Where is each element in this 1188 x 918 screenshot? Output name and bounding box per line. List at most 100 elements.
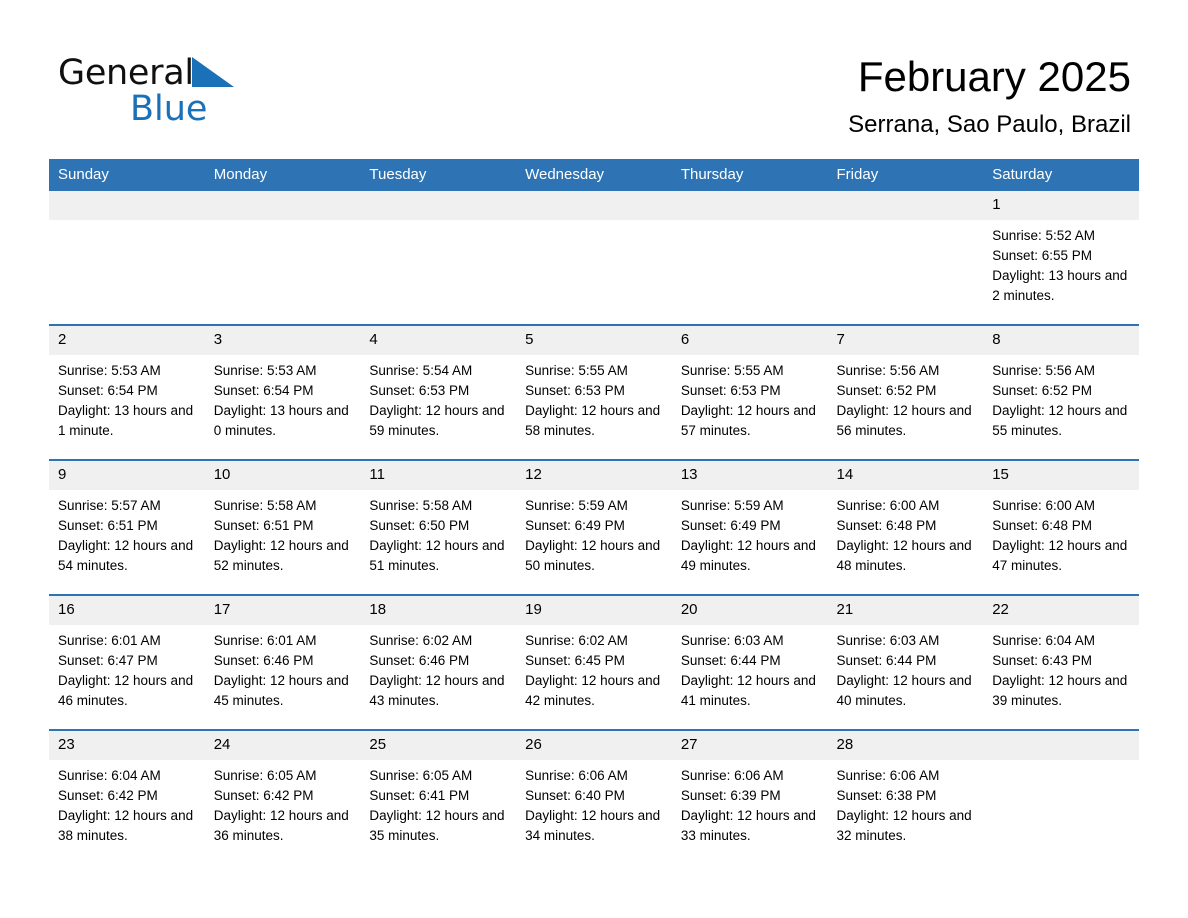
day-number: 8 [983, 326, 1139, 355]
sunset-text: Sunset: 6:43 PM [992, 653, 1093, 668]
day-details: Sunrise: 6:01 AM Sunset: 6:47 PM Dayligh… [49, 625, 205, 711]
daylight-text: Daylight: 12 hours and 52 minutes. [213, 538, 349, 573]
sunset-text: Sunset: 6:54 PM [58, 383, 158, 398]
day-number: 18 [360, 596, 517, 625]
day-cell[interactable]: 5 Sunrise: 5:55 AM Sunset: 6:53 PM Dayli… [516, 324, 672, 460]
day-cell[interactable]: 18 Sunrise: 6:02 AM Sunset: 6:46 PM Dayl… [360, 594, 517, 730]
day-cell[interactable]: 13 Sunrise: 5:59 AM Sunset: 6:49 PM Dayl… [671, 459, 828, 595]
weekday-header-saturday: Saturday [983, 159, 1139, 191]
calendar-week-row: 16 Sunrise: 6:01 AM Sunset: 6:47 PM Dayl… [49, 594, 1139, 730]
day-cell[interactable]: 28 Sunrise: 6:06 AM Sunset: 6:38 PM Dayl… [827, 729, 984, 864]
day-details [360, 220, 516, 306]
daylight-text: Daylight: 12 hours and 47 minutes. [992, 538, 1128, 573]
day-cell[interactable]: 14 Sunrise: 6:00 AM Sunset: 6:48 PM Dayl… [827, 459, 984, 595]
day-cell[interactable]: 15 Sunrise: 6:00 AM Sunset: 6:48 PM Dayl… [983, 459, 1139, 595]
day-number: 25 [360, 731, 517, 760]
day-number: 1 [983, 191, 1139, 220]
sunset-text: Sunset: 6:49 PM [525, 518, 625, 533]
day-details: Sunrise: 6:05 AM Sunset: 6:41 PM Dayligh… [360, 760, 516, 846]
day-cell[interactable]: 6 Sunrise: 5:55 AM Sunset: 6:53 PM Dayli… [671, 324, 828, 460]
day-cell[interactable]: 7 Sunrise: 5:56 AM Sunset: 6:52 PM Dayli… [827, 324, 984, 460]
day-number [671, 191, 828, 220]
day-cell[interactable]: 20 Sunrise: 6:03 AM Sunset: 6:44 PM Dayl… [671, 594, 828, 730]
day-number: 22 [983, 596, 1139, 625]
day-cell[interactable]: 9 Sunrise: 5:57 AM Sunset: 6:51 PM Dayli… [49, 459, 205, 595]
sunrise-text: Sunrise: 5:55 AM [525, 363, 628, 378]
sunrise-text: Sunrise: 5:58 AM [369, 498, 473, 513]
day-cell[interactable]: 24 Sunrise: 6:05 AM Sunset: 6:42 PM Dayl… [204, 729, 361, 864]
daylight-text: Daylight: 12 hours and 39 minutes. [992, 673, 1128, 708]
daylight-text: Daylight: 12 hours and 49 minutes. [680, 538, 816, 573]
day-details: Sunrise: 6:06 AM Sunset: 6:38 PM Dayligh… [828, 760, 984, 846]
day-details: Sunrise: 5:58 AM Sunset: 6:51 PM Dayligh… [205, 490, 361, 576]
day-cell[interactable]: 16 Sunrise: 6:01 AM Sunset: 6:47 PM Dayl… [49, 594, 205, 730]
day-cell[interactable]: 4 Sunrise: 5:54 AM Sunset: 6:53 PM Dayli… [360, 324, 517, 460]
day-number [360, 191, 517, 220]
day-cell[interactable]: 25 Sunrise: 6:05 AM Sunset: 6:41 PM Dayl… [360, 729, 517, 864]
sunrise-text: Sunrise: 6:05 AM [369, 768, 473, 783]
sunset-text: Sunset: 6:40 PM [525, 788, 625, 803]
sunrise-text: Sunrise: 6:00 AM [992, 498, 1096, 513]
day-cell[interactable]: 1 Sunrise: 5:52 AM Sunset: 6:55 PM Dayli… [983, 191, 1139, 325]
sunrise-text: Sunrise: 6:02 AM [525, 633, 628, 648]
day-cell[interactable]: 19 Sunrise: 6:02 AM Sunset: 6:45 PM Dayl… [516, 594, 672, 730]
sunrise-text: Sunrise: 6:06 AM [836, 768, 940, 783]
calendar-page: General Blue February 2025 Serrana, Sao … [0, 0, 1188, 918]
sunrise-text: Sunrise: 5:53 AM [213, 363, 317, 378]
day-cell[interactable]: 2 Sunrise: 5:53 AM Sunset: 6:54 PM Dayli… [49, 324, 205, 460]
daylight-text: Daylight: 12 hours and 34 minutes. [525, 808, 661, 843]
day-cell[interactable]: 23 Sunrise: 6:04 AM Sunset: 6:42 PM Dayl… [49, 729, 205, 864]
day-number: 15 [983, 461, 1139, 490]
day-cell[interactable]: 17 Sunrise: 6:01 AM Sunset: 6:46 PM Dayl… [204, 594, 361, 730]
weekday-header-row: Sunday Monday Tuesday Wednesday Thursday… [49, 159, 1139, 191]
daylight-text: Daylight: 12 hours and 59 minutes. [369, 403, 505, 438]
daylight-text: Daylight: 12 hours and 58 minutes. [525, 403, 661, 438]
daylight-text: Daylight: 12 hours and 43 minutes. [369, 673, 505, 708]
sunrise-text: Sunrise: 6:04 AM [992, 633, 1096, 648]
daylight-text: Daylight: 12 hours and 51 minutes. [369, 538, 505, 573]
day-number: 23 [49, 731, 205, 760]
weekday-header-thursday: Thursday [671, 159, 828, 191]
day-cell[interactable]: 8 Sunrise: 5:56 AM Sunset: 6:52 PM Dayli… [983, 324, 1139, 460]
sunset-text: Sunset: 6:53 PM [369, 383, 470, 398]
day-cell[interactable]: 21 Sunrise: 6:03 AM Sunset: 6:44 PM Dayl… [827, 594, 984, 730]
daylight-text: Daylight: 12 hours and 55 minutes. [992, 403, 1128, 438]
day-cell [204, 191, 361, 325]
daylight-text: Daylight: 12 hours and 36 minutes. [213, 808, 349, 843]
calendar-body: 1 Sunrise: 5:52 AM Sunset: 6:55 PM Dayli… [49, 191, 1139, 864]
day-cell[interactable]: 11 Sunrise: 5:58 AM Sunset: 6:50 PM Dayl… [360, 459, 517, 595]
day-details [672, 220, 828, 306]
sunset-text: Sunset: 6:48 PM [992, 518, 1093, 533]
sunrise-text: Sunrise: 6:04 AM [58, 768, 161, 783]
day-cell[interactable]: 10 Sunrise: 5:58 AM Sunset: 6:51 PM Dayl… [204, 459, 361, 595]
daylight-text: Daylight: 12 hours and 54 minutes. [58, 538, 194, 573]
day-number: 26 [516, 731, 672, 760]
day-details: Sunrise: 6:03 AM Sunset: 6:44 PM Dayligh… [828, 625, 984, 711]
sunset-text: Sunset: 6:44 PM [680, 653, 781, 668]
day-cell [827, 191, 984, 325]
daylight-text: Daylight: 12 hours and 45 minutes. [213, 673, 349, 708]
sunset-text: Sunset: 6:54 PM [213, 383, 314, 398]
sunrise-text: Sunrise: 5:56 AM [836, 363, 940, 378]
day-details: Sunrise: 6:06 AM Sunset: 6:40 PM Dayligh… [516, 760, 672, 846]
day-number: 17 [204, 596, 361, 625]
day-number: 9 [49, 461, 205, 490]
weekday-header-monday: Monday [204, 159, 361, 191]
sunset-text: Sunset: 6:48 PM [836, 518, 937, 533]
sunset-text: Sunset: 6:49 PM [680, 518, 781, 533]
sunrise-text: Sunrise: 5:59 AM [525, 498, 628, 513]
day-number: 2 [49, 326, 205, 355]
day-cell[interactable]: 27 Sunrise: 6:06 AM Sunset: 6:39 PM Dayl… [671, 729, 828, 864]
day-details: Sunrise: 5:52 AM Sunset: 6:55 PM Dayligh… [983, 220, 1139, 306]
day-cell[interactable]: 12 Sunrise: 5:59 AM Sunset: 6:49 PM Dayl… [516, 459, 672, 595]
day-cell[interactable]: 3 Sunrise: 5:53 AM Sunset: 6:54 PM Dayli… [204, 324, 361, 460]
day-number: 21 [827, 596, 984, 625]
sunrise-text: Sunrise: 6:03 AM [836, 633, 940, 648]
sunset-text: Sunset: 6:50 PM [369, 518, 470, 533]
day-number: 6 [671, 326, 828, 355]
day-cell[interactable]: 26 Sunrise: 6:06 AM Sunset: 6:40 PM Dayl… [516, 729, 672, 864]
day-details: Sunrise: 6:04 AM Sunset: 6:42 PM Dayligh… [49, 760, 205, 846]
day-details [205, 220, 361, 306]
sunset-text: Sunset: 6:53 PM [525, 383, 625, 398]
day-cell[interactable]: 22 Sunrise: 6:04 AM Sunset: 6:43 PM Dayl… [983, 594, 1139, 730]
